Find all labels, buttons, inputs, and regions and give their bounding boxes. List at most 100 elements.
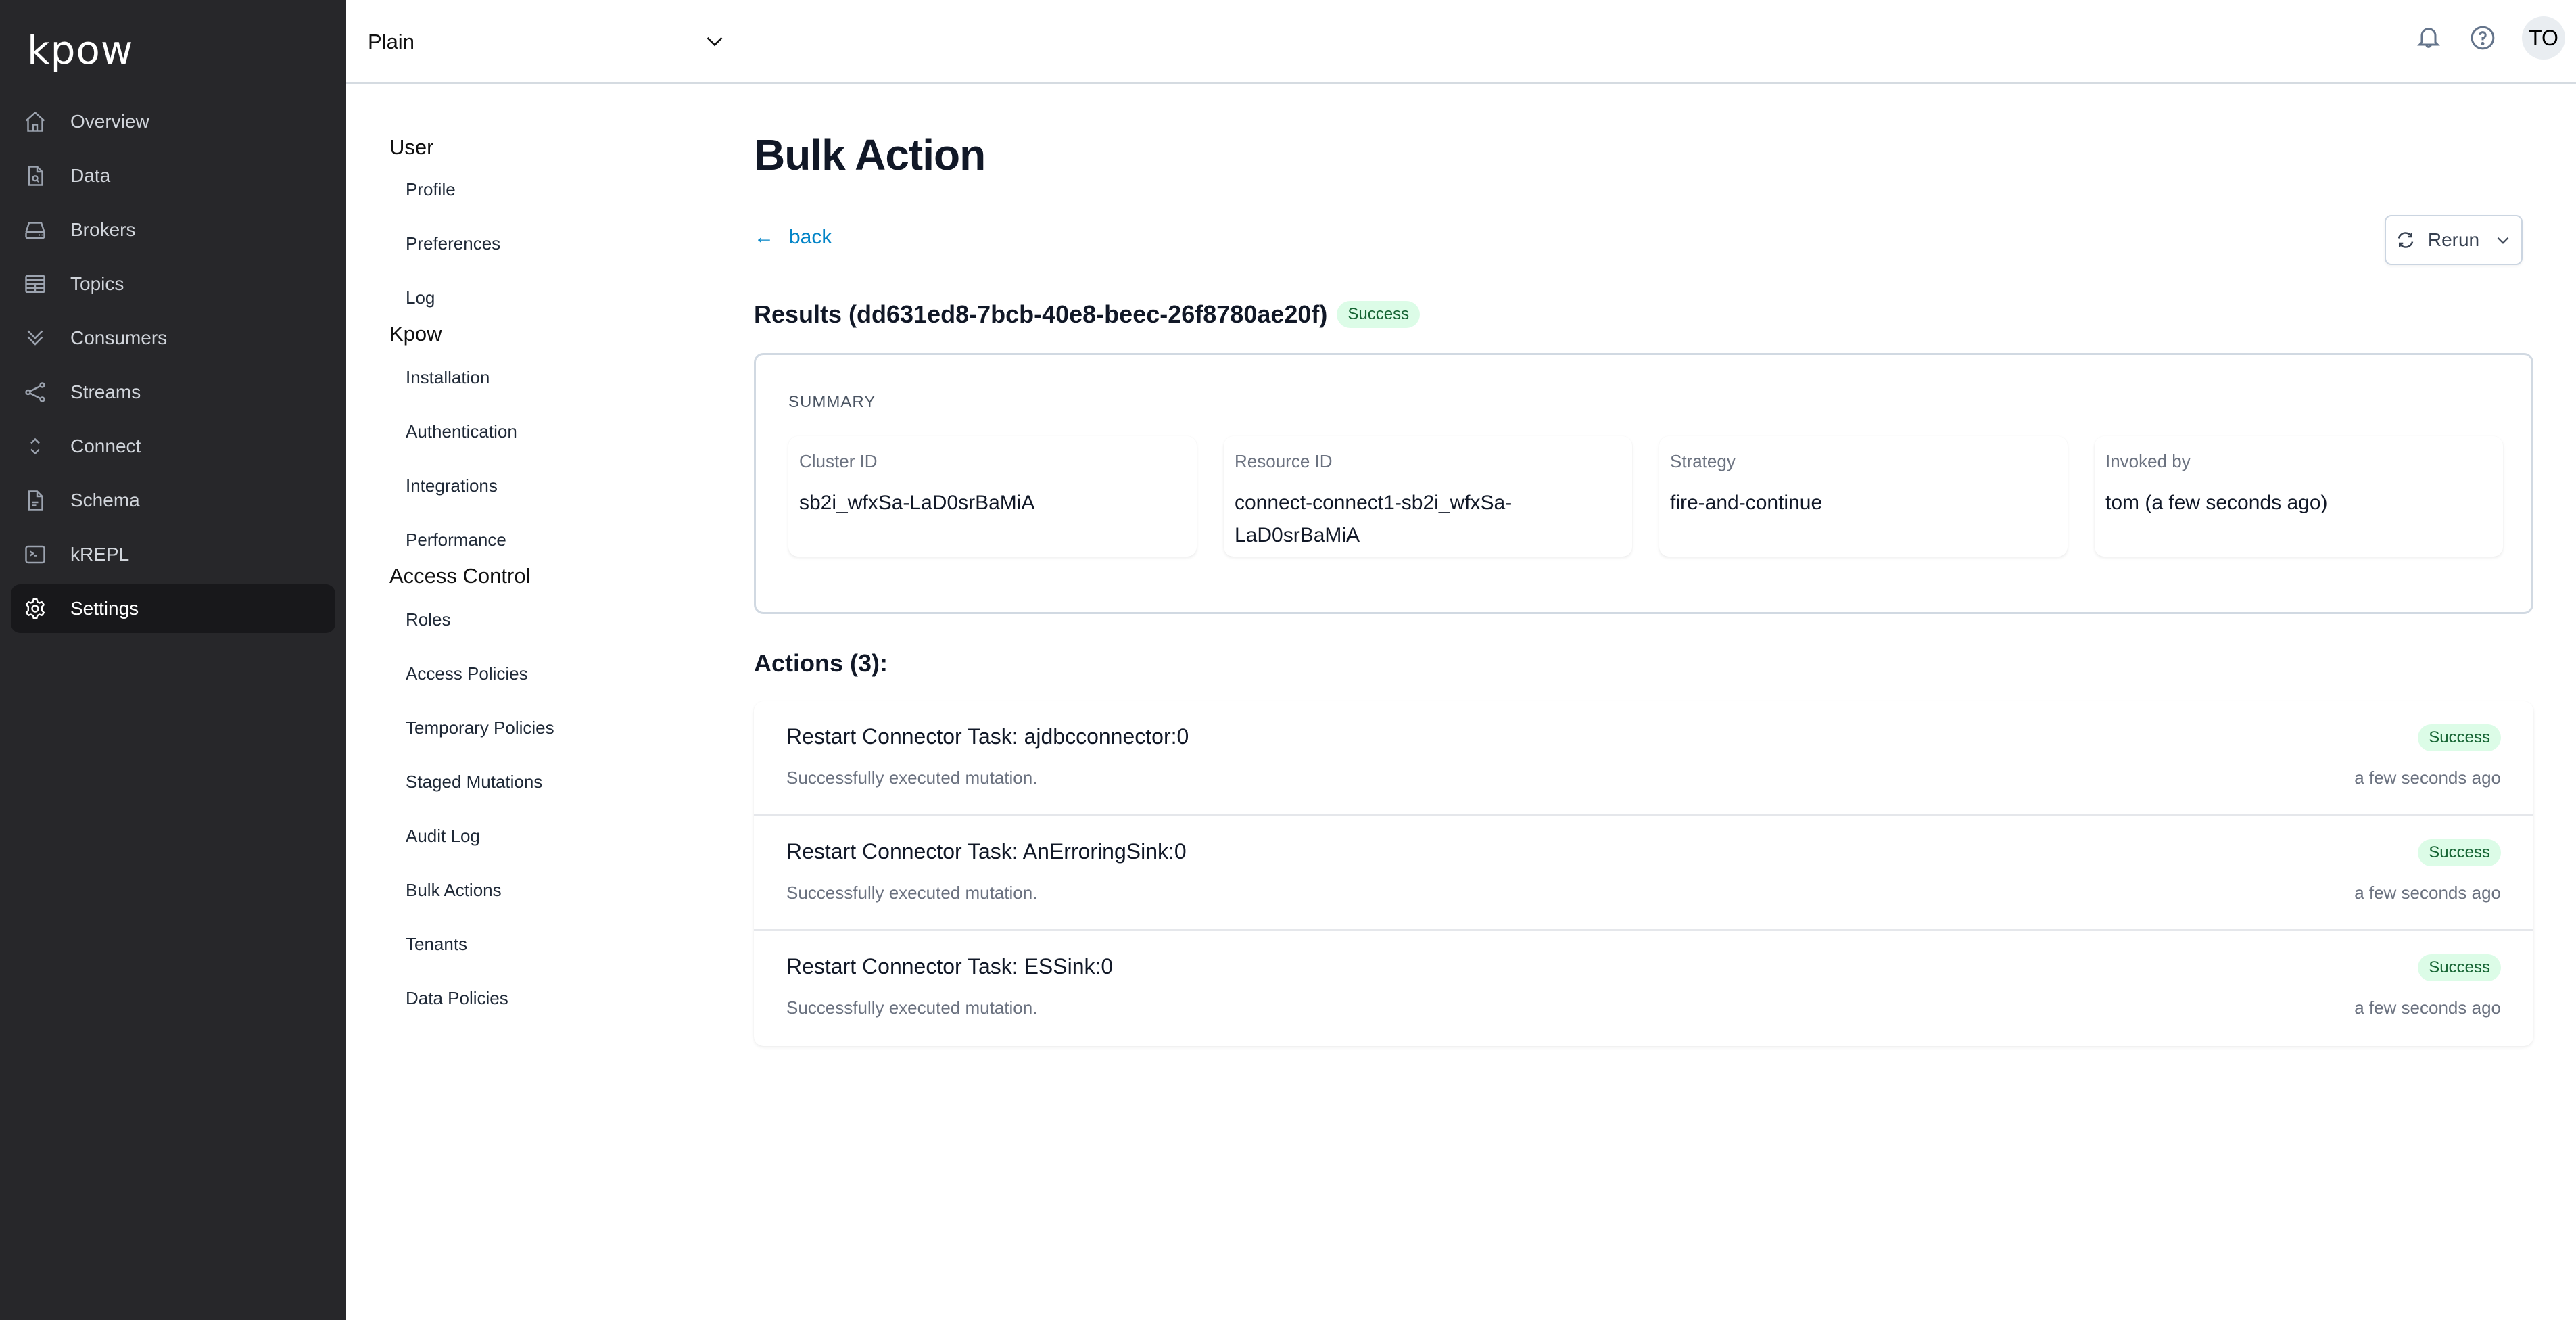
back-link[interactable]: ← back — [754, 226, 832, 249]
main-nav: Overview Data Brokers Topics Consumers S… — [11, 97, 335, 638]
sidebar-item-label: Consumers — [70, 327, 168, 348]
help-circle-icon[interactable] — [2468, 23, 2498, 53]
action-time: a few seconds ago — [2354, 997, 2501, 1018]
sidebar-item-label: Connect — [70, 435, 141, 456]
avatar[interactable]: TO — [2522, 16, 2565, 60]
home-icon — [23, 110, 47, 134]
server-icon — [23, 218, 47, 242]
settings-item-integrations[interactable]: Integrations — [389, 458, 714, 513]
share-icon — [23, 380, 47, 404]
settings-item-preferences[interactable]: Preferences — [389, 216, 714, 270]
sidebar-item-brokers[interactable]: Brokers — [11, 206, 335, 254]
file-text-icon — [23, 488, 47, 513]
status-badge: Success — [2418, 839, 2501, 866]
summary-card-resource-id: Resource ID connect-connect1-sb2i_wfxSa-… — [1224, 436, 1632, 557]
settings-item-audit-log[interactable]: Audit Log — [389, 809, 714, 863]
summary-label: SUMMARY — [788, 393, 876, 411]
summary-card-key: Cluster ID — [799, 451, 878, 471]
status-badge: Success — [1337, 301, 1421, 328]
sidebar-item-label: Schema — [70, 490, 140, 511]
sidebar-item-label: Data — [70, 165, 111, 186]
sidebar-item-label: Streams — [70, 381, 141, 402]
chevron-down-icon — [2497, 237, 2509, 244]
sidebar-item-label: Settings — [70, 598, 139, 619]
settings-nav: User Profile Preferences Log Kpow Instal… — [389, 133, 714, 1025]
sidebar-item-topics[interactable]: Topics — [11, 260, 335, 308]
summary-cards: Cluster ID sb2i_wfxSa-LaD0srBaMiA Resour… — [788, 436, 2503, 557]
summary-card-value: sb2i_wfxSa-LaD0srBaMiA — [799, 492, 1035, 514]
sidebar-item-label: Topics — [70, 273, 124, 294]
settings-item-data-policies[interactable]: Data Policies — [389, 971, 714, 1025]
tenant-select-value: Plain — [368, 30, 414, 53]
settings-item-profile[interactable]: Profile — [389, 162, 714, 216]
sidebar-item-connect[interactable]: Connect — [11, 422, 335, 471]
action-title: Restart Connector Task: ajdbcconnector:0 — [786, 724, 1189, 749]
sidebar-item-data[interactable]: Data — [11, 151, 335, 200]
summary-card-invoked-by: Invoked by tom (a few seconds ago) — [2095, 436, 2503, 557]
summary-card-key: Strategy — [1670, 451, 1736, 471]
sidebar-item-consumers[interactable]: Consumers — [11, 314, 335, 362]
arrow-left-icon: ← — [754, 226, 774, 248]
settings-group-kpow: Kpow — [389, 322, 442, 346]
chevrons-up-down-icon — [23, 434, 47, 458]
summary-card-key: Resource ID — [1235, 451, 1333, 471]
app: kpow Overview Data Brokers Topics Consum… — [0, 0, 2576, 1320]
gear-icon — [23, 596, 47, 621]
settings-item-roles[interactable]: Roles — [389, 592, 714, 646]
sidebar-item-label: Overview — [70, 111, 149, 132]
actions-heading: Actions (3): — [754, 649, 888, 677]
summary-card-value: fire-and-continue — [1670, 492, 1823, 514]
page-title: Bulk Action — [754, 131, 986, 179]
sidebar-item-label: kREPL — [70, 544, 130, 565]
sidebar-item-settings[interactable]: Settings — [11, 584, 335, 633]
settings-item-bulk-actions[interactable]: Bulk Actions — [389, 863, 714, 917]
sidebar-item-overview[interactable]: Overview — [11, 97, 335, 146]
settings-group-user: User — [389, 135, 434, 159]
action-row[interactable]: Restart Connector Task: AnErroringSink:0… — [754, 816, 2533, 931]
terminal-icon — [23, 542, 47, 567]
action-title: Restart Connector Task: AnErroringSink:0 — [786, 839, 1187, 864]
rerun-button-label: Rerun — [2427, 229, 2480, 250]
summary-panel: SUMMARY Cluster ID sb2i_wfxSa-LaD0srBaMi… — [754, 353, 2533, 614]
top-bar: Plain TO — [346, 0, 2576, 84]
settings-item-authentication[interactable]: Authentication — [389, 404, 714, 458]
action-row[interactable]: Restart Connector Task: ESSink:0 Success… — [754, 931, 2533, 1046]
sidebar: kpow Overview Data Brokers Topics Consum… — [0, 0, 346, 1320]
settings-item-staged-mutations[interactable]: Staged Mutations — [389, 755, 714, 809]
status-badge: Success — [2418, 954, 2501, 981]
summary-card-cluster-id: Cluster ID sb2i_wfxSa-LaD0srBaMiA — [788, 436, 1197, 557]
chevrons-down-icon — [23, 326, 47, 350]
refresh-icon — [2398, 232, 2414, 248]
summary-card-value: connect-connect1-sb2i_wfxSa-LaD0srBaMiA — [1235, 492, 1512, 546]
tenant-select[interactable]: Plain — [368, 20, 723, 64]
rerun-button[interactable]: Rerun — [2385, 215, 2523, 265]
sidebar-item-label: Brokers — [70, 219, 136, 240]
sidebar-item-schema[interactable]: Schema — [11, 476, 335, 525]
settings-item-temporary-policies[interactable]: Temporary Policies — [389, 701, 714, 755]
summary-card-value: tom (a few seconds ago) — [2105, 492, 2328, 514]
settings-item-installation[interactable]: Installation — [389, 350, 714, 404]
summary-card-key: Invoked by — [2105, 451, 2191, 471]
action-time: a few seconds ago — [2354, 882, 2501, 903]
settings-group-access-control: Access Control — [389, 564, 531, 588]
settings-item-tenants[interactable]: Tenants — [389, 917, 714, 971]
sidebar-item-krepl[interactable]: kREPL — [11, 530, 335, 579]
results-title: Results (dd631ed8-7bcb-40e8-beec-26f8780… — [754, 300, 1328, 328]
action-row[interactable]: Restart Connector Task: ajdbcconnector:0… — [754, 701, 2533, 816]
action-description: Successfully executed mutation. — [786, 997, 1038, 1018]
action-title: Restart Connector Task: ESSink:0 — [786, 954, 1114, 979]
settings-item-access-policies[interactable]: Access Policies — [389, 646, 714, 701]
top-actions: TO — [2414, 16, 2576, 60]
bell-icon[interactable] — [2414, 23, 2443, 53]
action-description: Successfully executed mutation. — [786, 882, 1038, 903]
settings-item-performance[interactable]: Performance — [389, 513, 714, 567]
kpow-logo[interactable]: kpow — [27, 27, 133, 73]
action-description: Successfully executed mutation. — [786, 768, 1038, 788]
table-icon — [23, 272, 47, 296]
back-link-label: back — [789, 226, 832, 248]
results-heading: Results (dd631ed8-7bcb-40e8-beec-26f8780… — [754, 300, 1421, 329]
sidebar-item-streams[interactable]: Streams — [11, 368, 335, 417]
status-badge: Success — [2418, 724, 2501, 751]
chevron-down-icon — [702, 30, 727, 57]
settings-item-log[interactable]: Log — [389, 270, 714, 325]
